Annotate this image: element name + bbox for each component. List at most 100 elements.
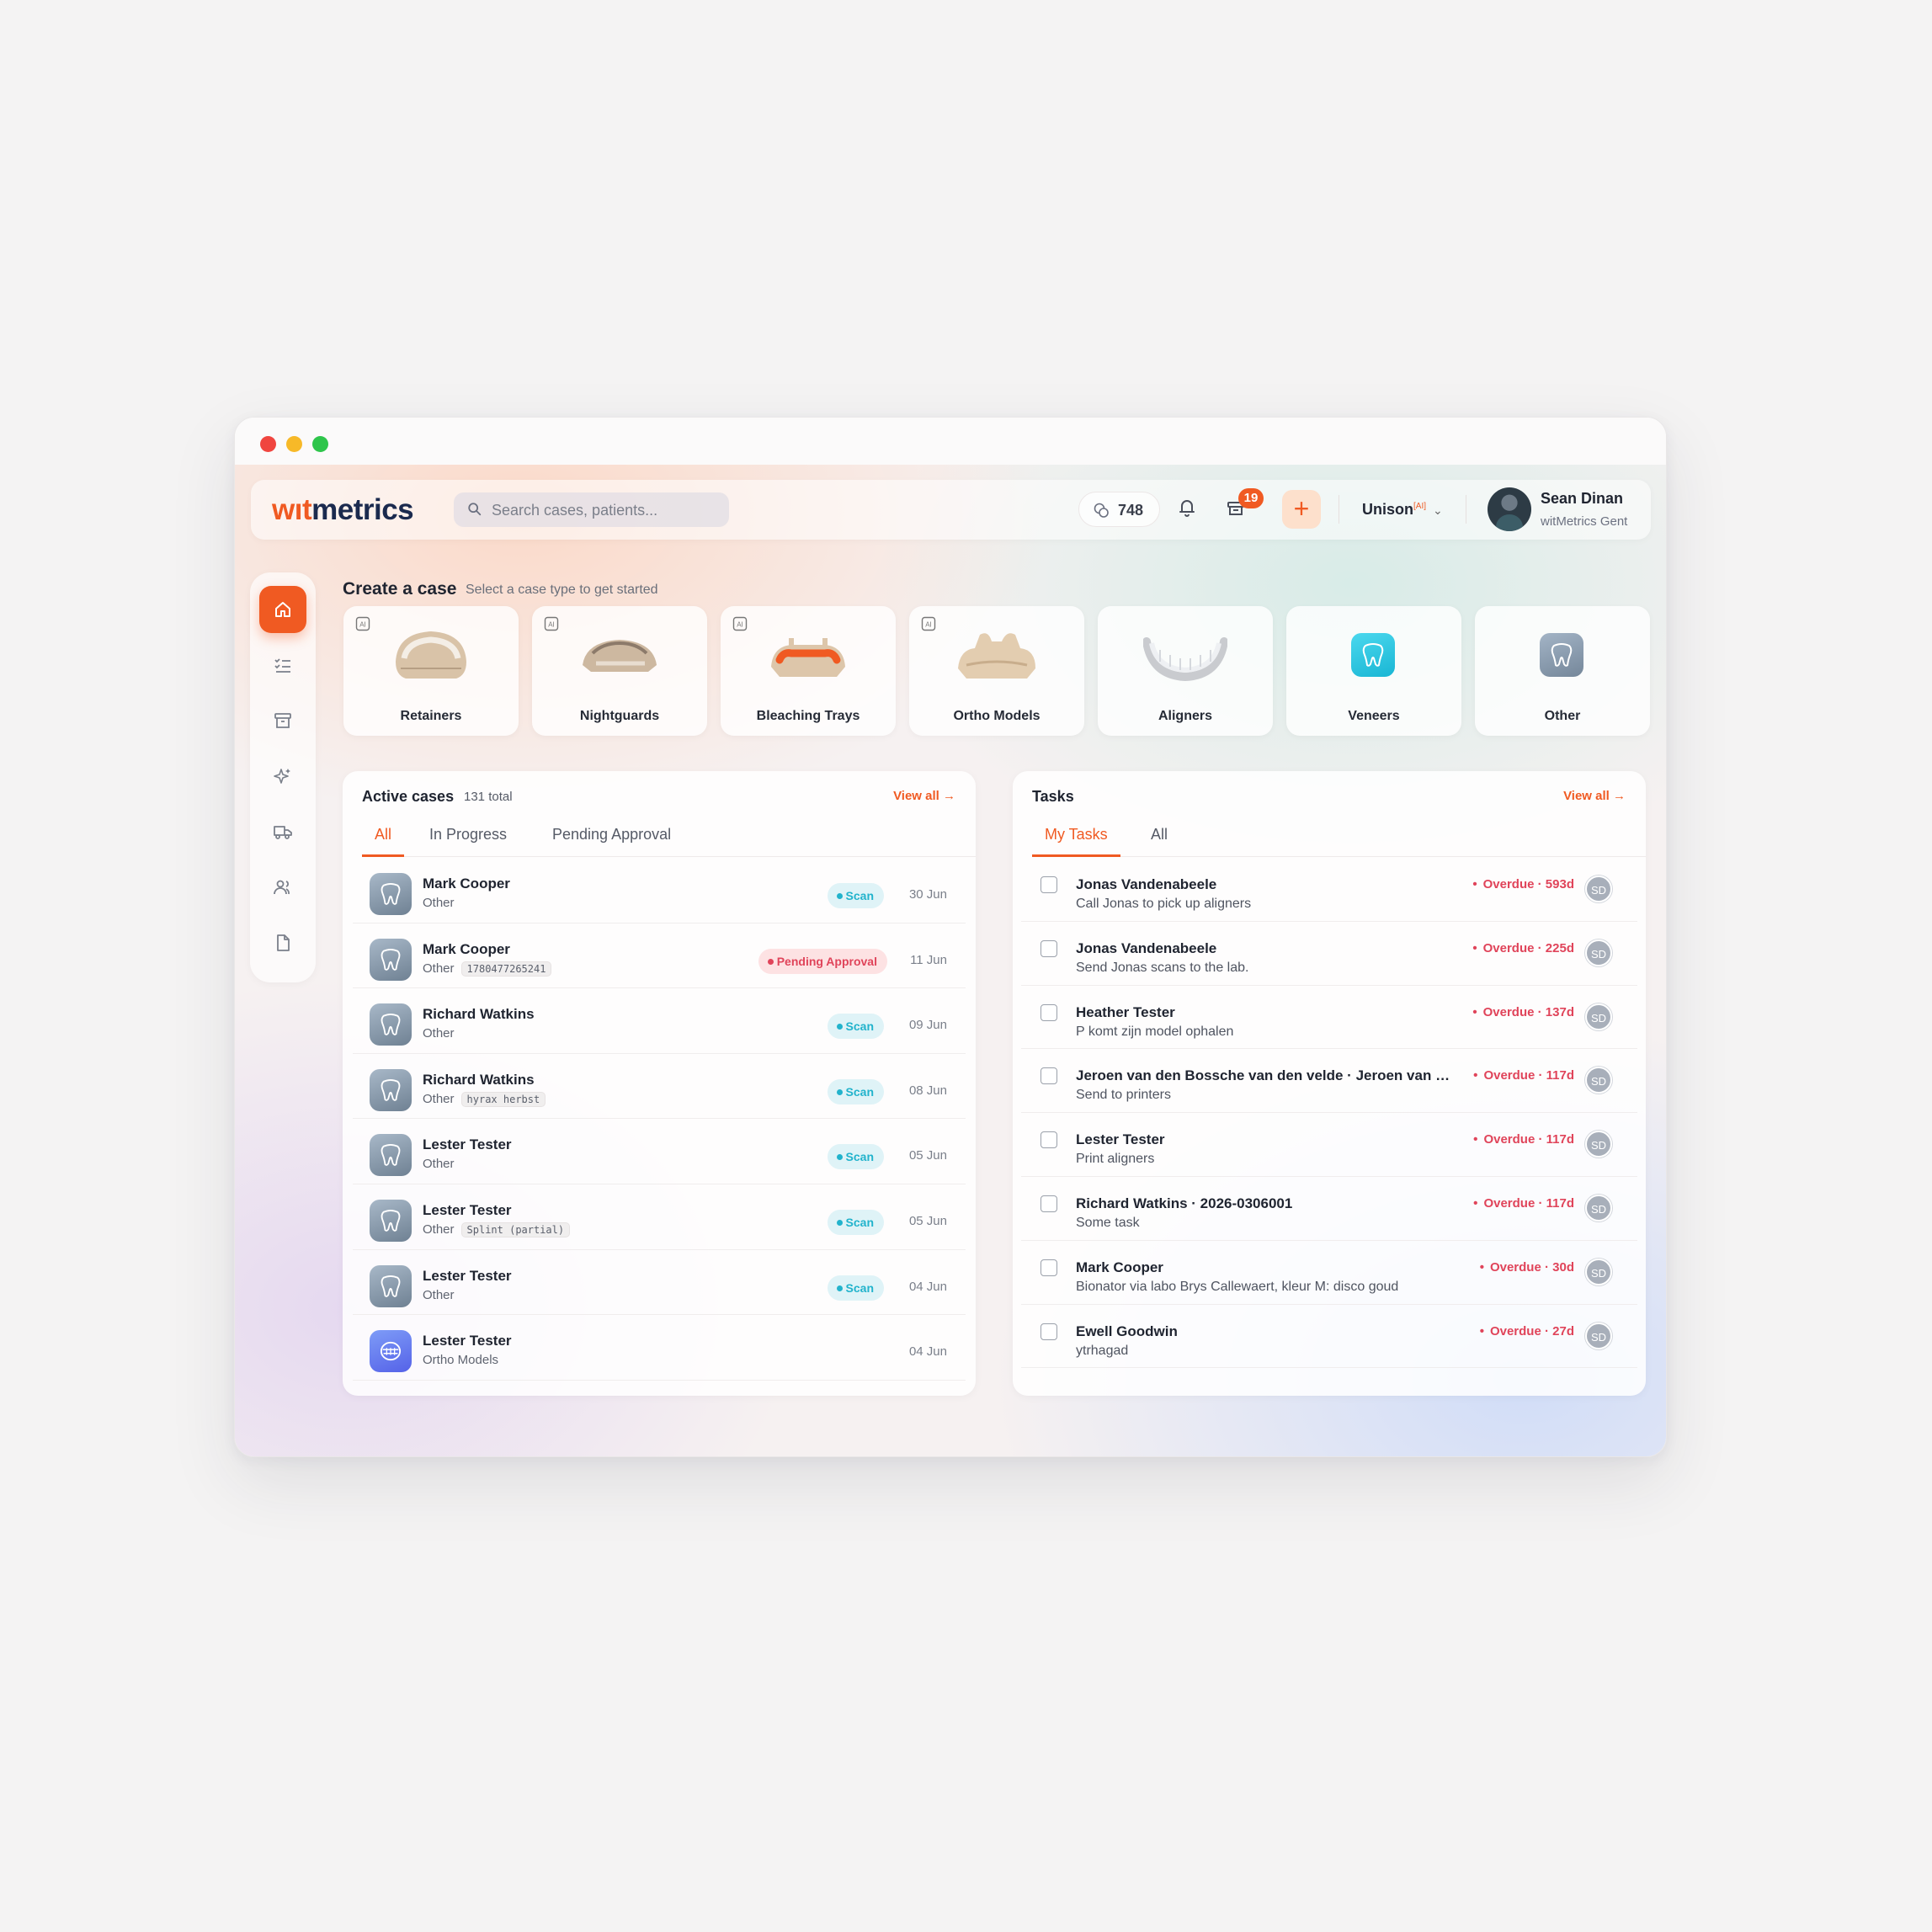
case-row[interactable]: Lester Tester Other Scan 04 Jun <box>353 1250 966 1316</box>
overdue-badge: Overdue · 27d <box>1480 1324 1574 1339</box>
task-row[interactable]: Richard Watkins · 2026-0306001 Some task O… <box>1021 1177 1637 1241</box>
tooth-icon <box>381 1144 401 1167</box>
sidebar-item-archive[interactable] <box>259 697 306 744</box>
case-row[interactable]: Richard Watkins Other hyrax herbst Scan 08 J… <box>353 1054 966 1120</box>
credits-count: 748 <box>1118 502 1144 519</box>
tab-my-tasks[interactable]: My Tasks <box>1032 825 1120 857</box>
case-date: 11 Jun <box>910 952 947 967</box>
window-titlebar <box>235 418 1666 465</box>
ai-icon: AI <box>544 616 559 631</box>
case-reference-tag: 1780477265241 <box>460 961 552 977</box>
assignee-avatar[interactable]: SD <box>1585 1067 1612 1094</box>
sparkles-icon <box>274 769 290 784</box>
nightguard-model-image <box>583 640 657 672</box>
credits-button[interactable]: 748 <box>1078 492 1160 527</box>
case-row[interactable]: Lester Tester Ortho Models 04 Jun <box>353 1315 966 1381</box>
task-checkbox[interactable] <box>1041 1131 1057 1149</box>
create-case-subtitle: Select a case type to get started <box>466 583 658 597</box>
case-row[interactable]: Lester Tester Other Splint (partial) Scan 05… <box>353 1184 966 1250</box>
task-row[interactable]: Heather Tester P komt zijn model ophalen O… <box>1021 986 1637 1050</box>
task-description: ytrhagad <box>1076 1343 1129 1358</box>
task-row[interactable]: Lester Tester Print aligners Overdue · 117… <box>1021 1113 1637 1177</box>
task-checkbox[interactable] <box>1041 1067 1057 1085</box>
aligner-image <box>1143 637 1227 682</box>
task-checkbox[interactable] <box>1041 1195 1057 1212</box>
sidebar-item-documents[interactable] <box>259 919 306 966</box>
view-all-cases-link[interactable]: View all → <box>893 789 955 803</box>
view-all-tasks-link[interactable]: View all → <box>1563 789 1626 803</box>
tab-all[interactable]: All <box>362 825 405 857</box>
assignee-avatar[interactable]: SD <box>1585 1322 1612 1349</box>
status-badge: Scan <box>827 1144 884 1170</box>
case-row[interactable]: Mark Cooper Other Scan 30 Jun <box>353 858 966 923</box>
task-checkbox[interactable] <box>1041 1003 1057 1021</box>
workspace-selector[interactable]: Unison[AI] ⌄ <box>1362 501 1443 519</box>
task-row[interactable]: Ewell Goodwin ytrhagad Overdue · 27d SD <box>1021 1305 1637 1369</box>
patient-name: Richard Watkins <box>423 1071 535 1088</box>
sidebar <box>250 572 316 982</box>
minimize-window-button[interactable] <box>286 436 302 452</box>
patient-name: Lester Tester <box>423 1333 512 1349</box>
task-description: Some task <box>1076 1215 1140 1230</box>
case-type-text: Other hyrax herbst <box>423 1091 546 1107</box>
case-type-ortho-models[interactable]: AI Ortho Models <box>909 606 1084 736</box>
maximize-window-button[interactable] <box>312 436 328 452</box>
bell-icon[interactable] <box>1174 495 1200 520</box>
close-window-button[interactable] <box>260 436 276 452</box>
user-avatar[interactable] <box>1488 487 1531 531</box>
assignee-avatar[interactable]: SD <box>1585 939 1612 966</box>
user-organization: witMetrics Gent <box>1541 514 1628 529</box>
case-type-icon <box>370 1330 412 1373</box>
case-type-bleaching-trays[interactable]: AI Bleaching Trays <box>721 606 896 736</box>
case-type-veneers[interactable]: Veneers <box>1286 606 1461 736</box>
case-type-nightguards[interactable]: AI Nightguards <box>532 606 707 736</box>
case-type-text: Other <box>423 1026 455 1041</box>
task-checkbox[interactable] <box>1041 1323 1057 1340</box>
task-row[interactable]: Mark Cooper Bionator via labo Brys Callew… <box>1021 1241 1637 1305</box>
task-row[interactable]: Jonas Vandenabeele Send Jonas scans to th… <box>1021 922 1637 986</box>
case-type-icon <box>370 1068 412 1111</box>
task-description: Send Jonas scans to the lab. <box>1076 960 1249 975</box>
overdue-badge: Overdue · 117d <box>1473 1132 1574 1147</box>
case-type-retainers[interactable]: AI Retainers <box>343 606 519 736</box>
task-row[interactable]: Jeroen van den Bossche van den velde · J… <box>1021 1049 1637 1114</box>
assignee-avatar[interactable]: SD <box>1585 1003 1612 1030</box>
case-row[interactable]: Mark Cooper Other 1780477265241 Pending App… <box>353 923 966 989</box>
inbox-count-badge: 19 <box>1238 488 1264 508</box>
case-row[interactable]: Lester Tester Other Scan 05 Jun <box>353 1119 966 1184</box>
assignee-avatar[interactable]: SD <box>1585 1131 1612 1158</box>
assignee-avatar[interactable]: SD <box>1585 1194 1612 1221</box>
task-description: Send to printers <box>1076 1088 1171 1103</box>
sidebar-item-tasks[interactable] <box>259 641 306 689</box>
search-icon <box>468 503 482 516</box>
add-button[interactable]: + <box>1282 490 1321 529</box>
case-type-other[interactable]: Other <box>1475 606 1650 736</box>
assignee-avatar[interactable]: SD <box>1585 1258 1612 1285</box>
tab-in-progress[interactable]: In Progress <box>417 825 519 857</box>
task-checkbox[interactable] <box>1041 1259 1057 1276</box>
svg-text:AI: AI <box>737 621 743 629</box>
sidebar-item-home[interactable] <box>259 586 306 633</box>
sidebar-item-patients[interactable] <box>259 864 306 911</box>
tab-pending-approval[interactable]: Pending Approval <box>540 825 684 857</box>
task-patient-name: Richard Watkins · 2026-0306001 <box>1076 1195 1293 1211</box>
assignee-avatar[interactable]: SD <box>1585 876 1612 902</box>
search-input[interactable]: Search cases, patients... <box>454 492 729 527</box>
task-row[interactable]: Jonas Vandenabeele Call Jonas to pick up … <box>1021 858 1637 922</box>
app-logo[interactable]: wıtmetrics <box>272 493 414 527</box>
task-checkbox[interactable] <box>1041 939 1057 957</box>
tab-all-tasks[interactable]: All <box>1138 825 1180 857</box>
task-checkbox[interactable] <box>1041 876 1057 893</box>
case-type-label: Ortho Models <box>953 709 1041 723</box>
case-type-aligners[interactable]: Aligners <box>1098 606 1273 736</box>
case-type-icon <box>370 1199 412 1242</box>
case-type-text: Other Splint (partial) <box>423 1221 571 1237</box>
case-row[interactable]: Richard Watkins Other Scan 09 Jun <box>353 988 966 1054</box>
retainer-model-image <box>396 631 466 679</box>
task-tabs: My Tasks All <box>1032 825 1646 857</box>
sidebar-item-shipping[interactable] <box>259 808 306 855</box>
sidebar-item-ai[interactable] <box>259 753 306 800</box>
case-type-icon <box>370 938 412 981</box>
task-list: Jonas Vandenabeele Call Jonas to pick up … <box>1013 858 1646 1369</box>
patient-name: Lester Tester <box>423 1201 512 1218</box>
